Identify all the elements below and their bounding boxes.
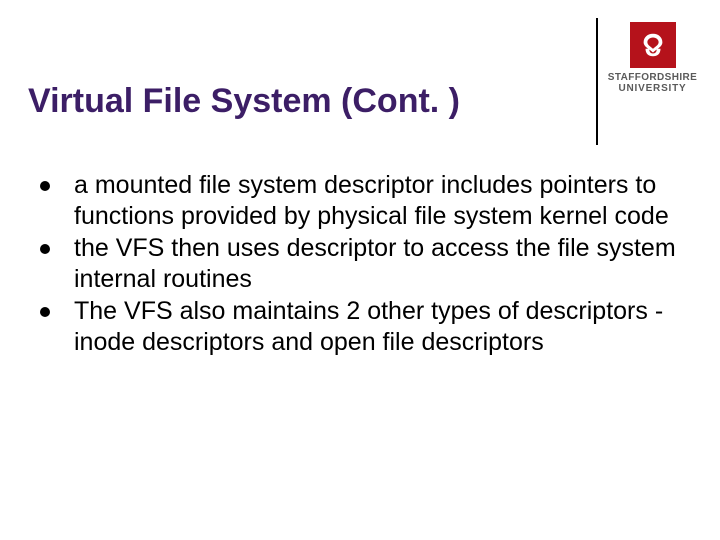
stafford-knot-icon [638, 30, 668, 60]
bullet-text: the VFS then uses descriptor to access t… [74, 233, 680, 294]
bullet-icon [40, 181, 50, 191]
list-item: the VFS then uses descriptor to access t… [40, 233, 680, 294]
university-logo: STAFFORDSHIRE UNIVERSITY [605, 22, 700, 94]
bullet-icon [40, 307, 50, 317]
slide-body: a mounted file system descriptor include… [40, 170, 680, 359]
bullet-text: a mounted file system descriptor include… [74, 170, 680, 231]
list-item: a mounted file system descriptor include… [40, 170, 680, 231]
logo-mark [630, 22, 676, 68]
slide: STAFFORDSHIRE UNIVERSITY Virtual File Sy… [0, 0, 720, 540]
logo-text-line1: STAFFORDSHIRE [605, 72, 700, 83]
logo-text-line2: UNIVERSITY [605, 83, 700, 94]
header-divider [596, 18, 598, 145]
bullet-icon [40, 244, 50, 254]
list-item: The VFS also maintains 2 other types of … [40, 296, 680, 357]
slide-title: Virtual File System (Cont. ) [28, 82, 560, 121]
bullet-text: The VFS also maintains 2 other types of … [74, 296, 680, 357]
